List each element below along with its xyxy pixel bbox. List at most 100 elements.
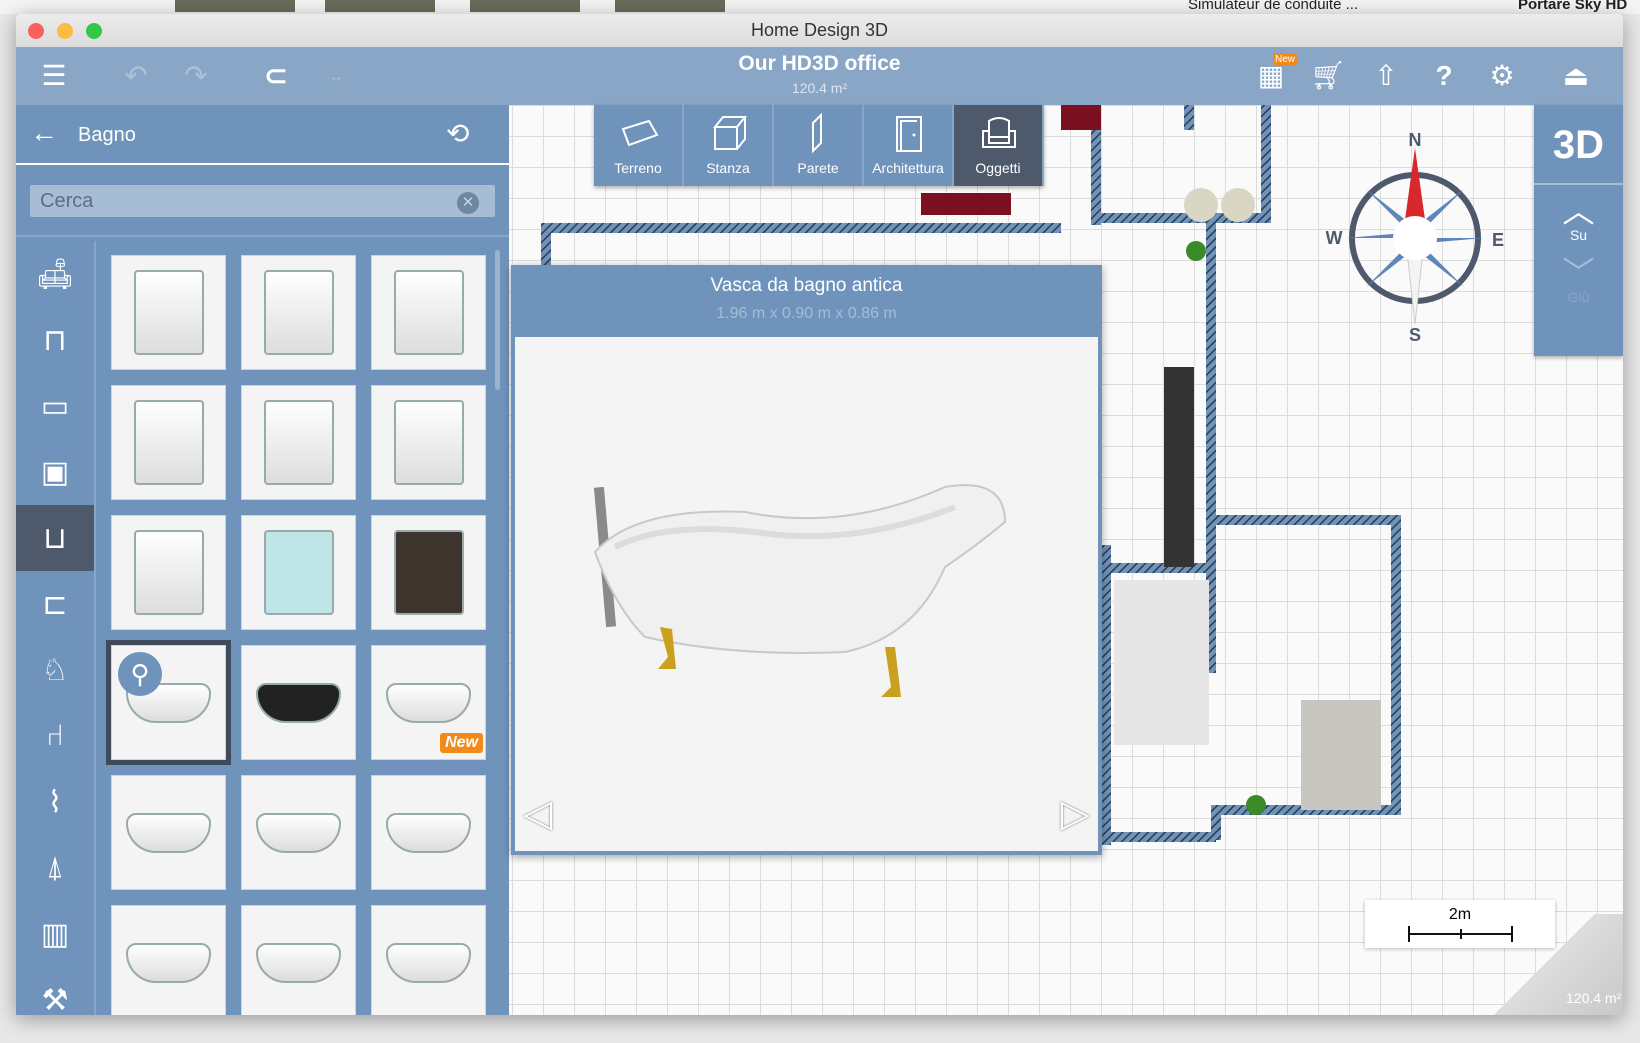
catalog-item[interactable] <box>241 515 356 630</box>
curtains-icon[interactable]: ⌇ <box>16 769 94 835</box>
help-icon[interactable]: ? <box>1424 59 1464 93</box>
item-thumbnail <box>126 812 211 853</box>
item-thumbnail <box>386 682 471 723</box>
sofa-icon[interactable]: 🛋︎ <box>16 241 94 307</box>
3d-view-button[interactable]: 3D <box>1534 105 1623 185</box>
bed-icon[interactable]: ⊏ <box>16 571 94 637</box>
item-thumbnail <box>256 812 341 853</box>
down-chevron-icon[interactable]: ﹀ <box>1534 257 1623 289</box>
tab-label: Architettura <box>872 160 944 176</box>
item-thumbnail <box>393 400 464 485</box>
title-bar: Home Design 3D <box>16 14 1623 47</box>
tools-icon[interactable]: ⚒ <box>16 967 94 1016</box>
catalog-item[interactable] <box>111 775 226 890</box>
compass-east: E <box>1492 230 1504 250</box>
lamp-icon[interactable]: ⍋ <box>16 835 94 901</box>
search-input[interactable]: Cerca <box>30 185 495 217</box>
item-thumbnail <box>133 530 204 615</box>
next-item-button[interactable]: ▷ <box>1061 795 1090 833</box>
compass-west: W <box>1326 228 1343 248</box>
sink <box>1221 188 1255 222</box>
down-label: Giù <box>1567 289 1590 305</box>
catalog-icon[interactable]: ▦ New <box>1251 53 1298 93</box>
main-toolbar: ☰ ↶ ↷ ⊂ ↔ Our HD3D office 120.4 m² ▦ New … <box>16 47 1623 105</box>
scrollbar[interactable] <box>495 250 500 390</box>
catalog-item[interactable] <box>371 515 486 630</box>
tab-parete[interactable]: Parete <box>774 105 864 186</box>
desktop-thumbnail <box>615 0 725 12</box>
oven-icon[interactable]: ▣ <box>16 439 94 505</box>
clear-search-icon[interactable]: ✕ <box>457 192 479 214</box>
panel-title: Bagno <box>78 124 136 146</box>
history-icon[interactable]: ⟲ <box>446 117 469 150</box>
minimize-window-button[interactable] <box>57 23 73 39</box>
catalog-item[interactable] <box>241 905 356 1015</box>
divider <box>16 235 509 237</box>
item-title: Vasca da bagno antica <box>710 275 903 296</box>
tab-terreno[interactable]: Terreno <box>594 105 684 186</box>
red-furniture <box>921 193 1011 215</box>
compass-north: N <box>1409 130 1422 150</box>
catalog-item[interactable] <box>111 905 226 1015</box>
tv-furniture-icon[interactable]: ▭ <box>16 373 94 439</box>
compass-south: S <box>1409 325 1421 344</box>
back-arrow-icon[interactable]: ← <box>30 117 58 149</box>
radiator-icon[interactable]: ▥ <box>16 901 94 967</box>
plant <box>1246 795 1266 815</box>
mode-tabs: Terreno Stanza Parete Architettura Ogget… <box>594 105 1044 186</box>
desktop-item: Simulateur de conduite ... <box>1188 0 1359 13</box>
magnifier-icon[interactable]: ⚲ <box>118 652 162 696</box>
catalog-item[interactable]: New <box>371 645 486 760</box>
catalog-item[interactable] <box>241 255 356 370</box>
tab-architettura[interactable]: Architettura <box>864 105 954 186</box>
catalog-item[interactable] <box>111 515 226 630</box>
preview-area: ◁ ▷ <box>515 337 1098 851</box>
item-thumbnail <box>263 530 334 615</box>
item-thumbnail <box>386 942 471 983</box>
catalog-item[interactable] <box>371 905 486 1015</box>
sink <box>1184 188 1218 222</box>
plant <box>1186 241 1206 261</box>
settings-gear-icon[interactable]: ⚙ <box>1482 59 1522 93</box>
tab-label: Parete <box>797 160 839 176</box>
catalog-item[interactable] <box>241 645 356 760</box>
tab-oggetti[interactable]: Oggetti <box>954 105 1044 186</box>
up-label: Su <box>1569 227 1588 243</box>
catalog-item[interactable] <box>111 255 226 370</box>
catalog-item[interactable] <box>241 775 356 890</box>
catalog-item[interactable] <box>371 775 486 890</box>
office-desk <box>1114 580 1209 745</box>
app-window: Home Design 3D ☰ ↶ ↷ ⊂ ↔ Our HD3D office… <box>16 14 1623 1015</box>
bathtub-icon[interactable]: ⊔ <box>16 505 94 571</box>
item-thumbnail <box>133 270 204 355</box>
tab-stanza[interactable]: Stanza <box>684 105 774 186</box>
desktop-background: Simulateur de conduite ... Portare Sky H… <box>0 0 1640 14</box>
item-preview-popup: Vasca da bagno antica 1.96 m x 0.90 m x … <box>511 265 1102 855</box>
item-thumbnail <box>126 942 211 983</box>
collapse-icon[interactable]: ⏏ <box>1556 59 1596 93</box>
catalog-item[interactable] <box>111 385 226 500</box>
cart-icon[interactable]: 🛒︎ <box>1308 59 1348 93</box>
bathtub-preview <box>593 484 1007 697</box>
new-badge: New <box>1273 53 1298 66</box>
catalog-item[interactable]: ⚲ <box>106 640 231 765</box>
new-badge: New <box>440 733 483 753</box>
desktop-thumbnail <box>325 0 435 12</box>
dining-icon[interactable]: ⊓ <box>16 307 94 373</box>
rocking-horse-icon[interactable]: ♘ <box>16 637 94 703</box>
up-chevron-icon[interactable]: ︿ <box>1534 195 1623 227</box>
catalog-item[interactable] <box>371 385 486 500</box>
maximize-window-button[interactable] <box>86 23 102 39</box>
compass[interactable]: N S W E <box>1326 124 1516 344</box>
tab-label: Oggetti <box>975 160 1021 176</box>
item-thumbnail <box>263 400 334 485</box>
share-icon[interactable]: ⇧ <box>1366 59 1406 93</box>
window-title: Home Design 3D <box>750 20 889 40</box>
close-window-button[interactable] <box>28 23 44 39</box>
previous-item-button[interactable]: ◁ <box>523 795 552 833</box>
catalog-item[interactable] <box>371 255 486 370</box>
item-thumbnail <box>256 942 341 983</box>
sofa <box>1301 700 1381 810</box>
catalog-item[interactable] <box>241 385 356 500</box>
office-chair-icon[interactable]: ⑁ <box>16 703 94 769</box>
